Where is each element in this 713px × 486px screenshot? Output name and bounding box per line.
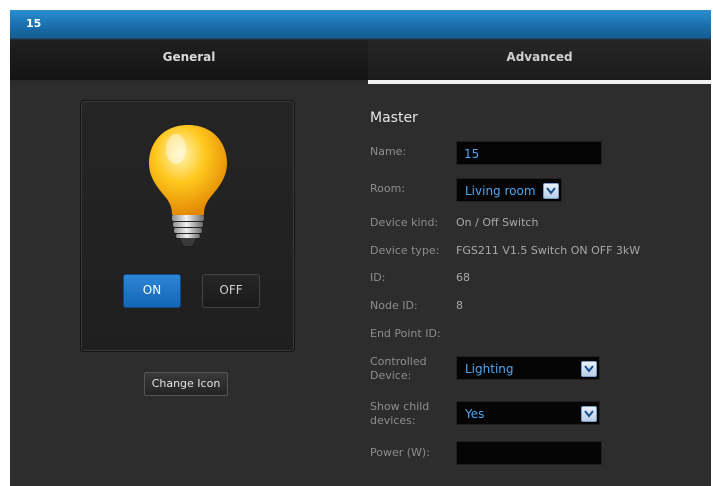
general-tab-content: ON OFF Change Icon Master Name: 15 Room:…	[10, 84, 711, 486]
tab-bar: General Advanced	[10, 40, 711, 80]
tab-general[interactable]: General	[10, 40, 368, 80]
chevron-down-icon	[543, 183, 559, 199]
device-kind-value: On / Off Switch	[456, 216, 539, 229]
node-id-value: 8	[456, 299, 463, 312]
show-child-devices-select[interactable]: Yes	[456, 401, 600, 425]
controlled-device-select[interactable]: Lighting	[456, 356, 600, 380]
show-child-devices-label-line2: devices:	[370, 414, 416, 427]
device-type-label: Device type:	[370, 244, 440, 257]
device-control-panel: ON OFF	[80, 100, 295, 352]
window-title: 15	[26, 17, 42, 30]
on-button[interactable]: ON	[123, 274, 181, 308]
node-id-label: Node ID:	[370, 299, 418, 312]
id-value: 68	[456, 271, 470, 284]
off-button[interactable]: OFF	[202, 274, 260, 308]
show-child-devices-label: Show child devices:	[370, 400, 429, 428]
name-label: Name:	[370, 145, 407, 158]
chevron-down-icon	[581, 406, 597, 422]
controlled-device-label-line2: Device:	[370, 369, 412, 382]
chevron-down-icon	[581, 361, 597, 377]
controlled-device-value: Lighting	[465, 362, 514, 376]
room-select-value: Living room	[465, 184, 536, 198]
end-point-id-label: End Point ID:	[370, 327, 441, 340]
controlled-device-label: Controlled Device:	[370, 355, 427, 383]
show-child-devices-value: Yes	[465, 407, 485, 421]
device-window: 15 General Advanced ON OFF Change Icon M…	[10, 10, 711, 486]
power-label: Power (W):	[370, 446, 430, 459]
section-title-master: Master	[370, 110, 418, 126]
change-icon-button[interactable]: Change Icon	[144, 372, 228, 396]
controlled-device-label-line1: Controlled	[370, 355, 427, 368]
tab-advanced[interactable]: Advanced	[368, 40, 711, 80]
id-label: ID:	[370, 271, 386, 284]
lightbulb-icon	[149, 125, 227, 246]
show-child-devices-label-line1: Show child	[370, 400, 430, 413]
room-label: Room:	[370, 182, 406, 195]
room-select[interactable]: Living room	[456, 178, 562, 202]
name-input[interactable]: 15	[456, 141, 602, 165]
title-bar: 15	[10, 10, 711, 39]
device-type-value: FGS211 V1.5 Switch ON OFF 3kW	[456, 244, 641, 257]
device-kind-label: Device kind:	[370, 216, 439, 229]
power-input[interactable]	[456, 441, 602, 465]
